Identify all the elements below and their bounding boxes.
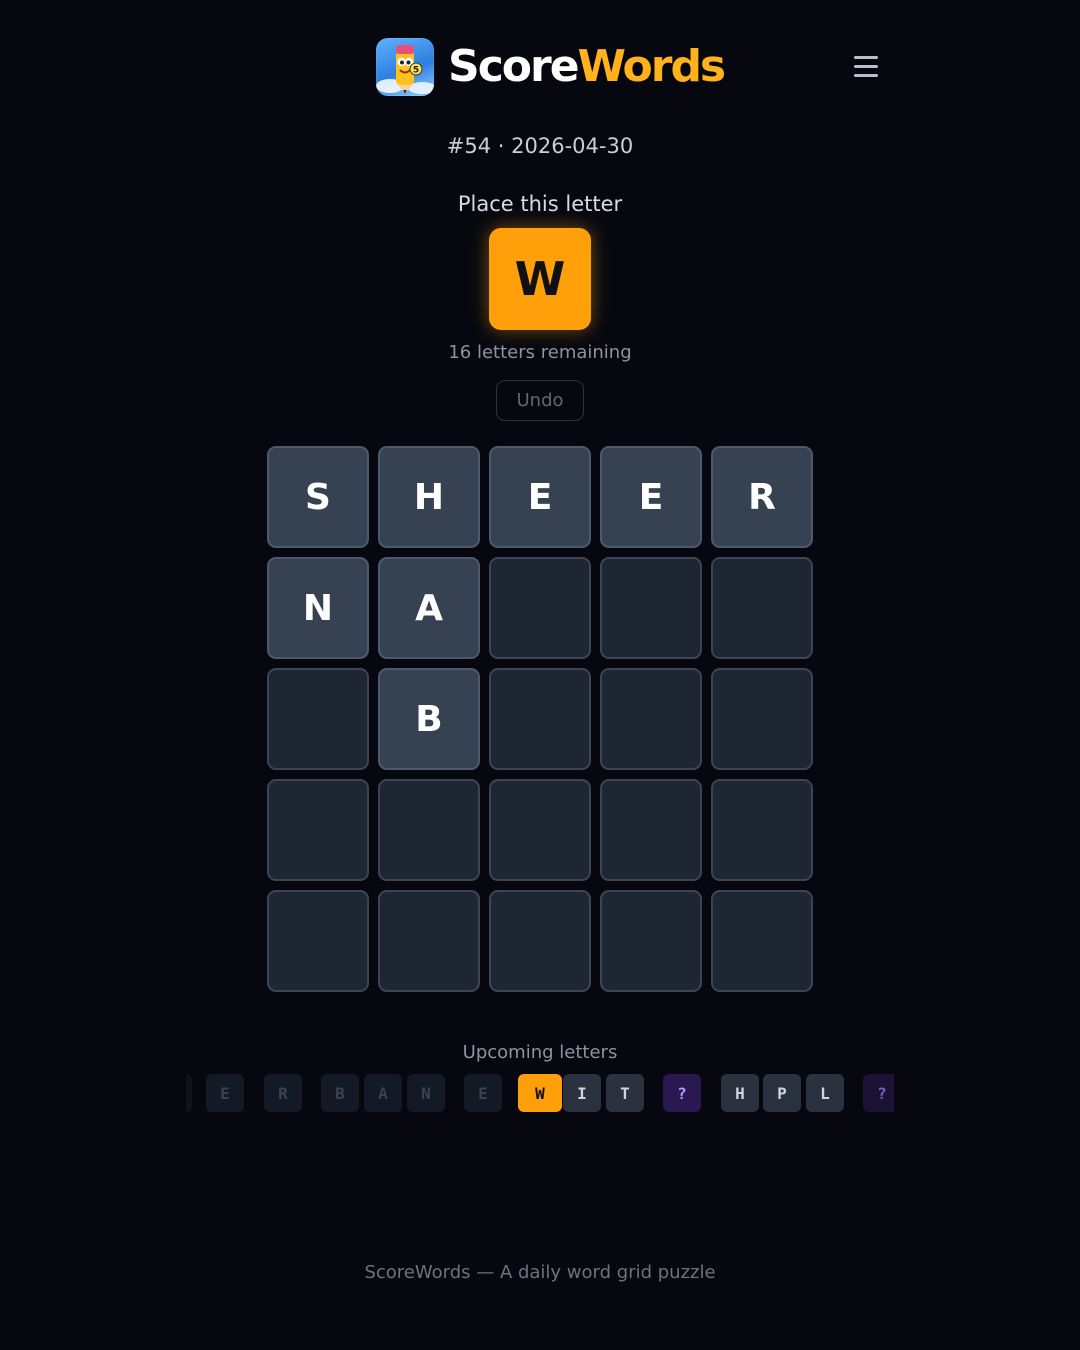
upcoming-next-letter: H	[721, 1074, 759, 1112]
app-logo[interactable]: 5 ScoreWords	[376, 38, 727, 96]
grid-cell-r3-c5[interactable]	[711, 668, 813, 770]
grid-cell-r3-c4[interactable]	[600, 668, 702, 770]
grid-cell-r2-c4[interactable]	[600, 557, 702, 659]
upcoming-past-letter: R	[264, 1074, 302, 1112]
grid-cell-r2-c2[interactable]: A	[378, 557, 480, 659]
grid-cell-r2-c5[interactable]	[711, 557, 813, 659]
grid-cell-r2-c1[interactable]: N	[267, 557, 369, 659]
grid-cell-r5-c3[interactable]	[489, 890, 591, 992]
current-letter-tile: W	[489, 228, 591, 330]
undo-button[interactable]: Undo	[496, 380, 584, 421]
upcoming-wildcard-letter: ?	[663, 1074, 701, 1112]
pencil-mascot-icon: 5	[376, 38, 434, 96]
grid-cell-r1-c2[interactable]: H	[378, 446, 480, 548]
grid-cell-r4-c3[interactable]	[489, 779, 591, 881]
svg-text:5: 5	[413, 66, 419, 76]
letters-remaining: 16 letters remaining	[448, 342, 632, 363]
grid-cell-r5-c1[interactable]	[267, 890, 369, 992]
upcoming-past-letter: A	[364, 1074, 402, 1112]
upcoming-past-letter: N	[407, 1074, 445, 1112]
grid-cell-r4-c5[interactable]	[711, 779, 813, 881]
hamburger-menu-icon[interactable]	[848, 50, 884, 82]
upcoming-next-letter: P	[763, 1074, 801, 1112]
grid-cell-r1-c1[interactable]: S	[267, 446, 369, 548]
brand-title-part2: Words	[577, 41, 727, 92]
upcoming-next-letter: T	[606, 1074, 644, 1112]
grid-cell-r4-c2[interactable]	[378, 779, 480, 881]
footer-text: ScoreWords — A daily word grid puzzle	[364, 1262, 716, 1283]
upcoming-past-letter: B	[321, 1074, 359, 1112]
upcoming-letters-label: Upcoming letters	[462, 1042, 618, 1063]
upcoming-wildcard-letter: ?	[863, 1074, 894, 1112]
grid-cell-r3-c2[interactable]: B	[378, 668, 480, 770]
grid-cell-r5-c4[interactable]	[600, 890, 702, 992]
grid-cell-r4-c1[interactable]	[267, 779, 369, 881]
grid-cell-r3-c1[interactable]	[267, 668, 369, 770]
grid-cell-r1-c4[interactable]: E	[600, 446, 702, 548]
grid-cell-r4-c4[interactable]	[600, 779, 702, 881]
place-letter-label: Place this letter	[457, 192, 623, 216]
upcoming-next-letter: L	[806, 1074, 844, 1112]
upcoming-letters-strip: E R B A N E W I T? H P L?	[186, 1074, 894, 1112]
grid-cell-r1-c5[interactable]: R	[711, 446, 813, 548]
brand-title: ScoreWords	[448, 38, 727, 96]
grid-cell-r2-c3[interactable]	[489, 557, 591, 659]
upcoming-next-letter: I	[563, 1074, 601, 1112]
puzzle-number-date: #54 · 2026-04-30	[446, 134, 634, 158]
grid-cell-r5-c2[interactable]	[378, 890, 480, 992]
upcoming-current-letter: W	[518, 1074, 562, 1112]
upcoming-past-letter: E	[206, 1074, 244, 1112]
grid-cell-r3-c3[interactable]	[489, 668, 591, 770]
page: 5 ScoreWords #54 · 2026-04-30 Place this…	[0, 0, 1080, 1350]
upcoming-edge-fade	[186, 1074, 192, 1112]
upcoming-past-letter: E	[464, 1074, 502, 1112]
grid-cell-r5-c5[interactable]	[711, 890, 813, 992]
letter-grid: SHEERNAB	[267, 446, 813, 992]
brand-title-part1: Score	[448, 41, 580, 92]
grid-cell-r1-c3[interactable]: E	[489, 446, 591, 548]
